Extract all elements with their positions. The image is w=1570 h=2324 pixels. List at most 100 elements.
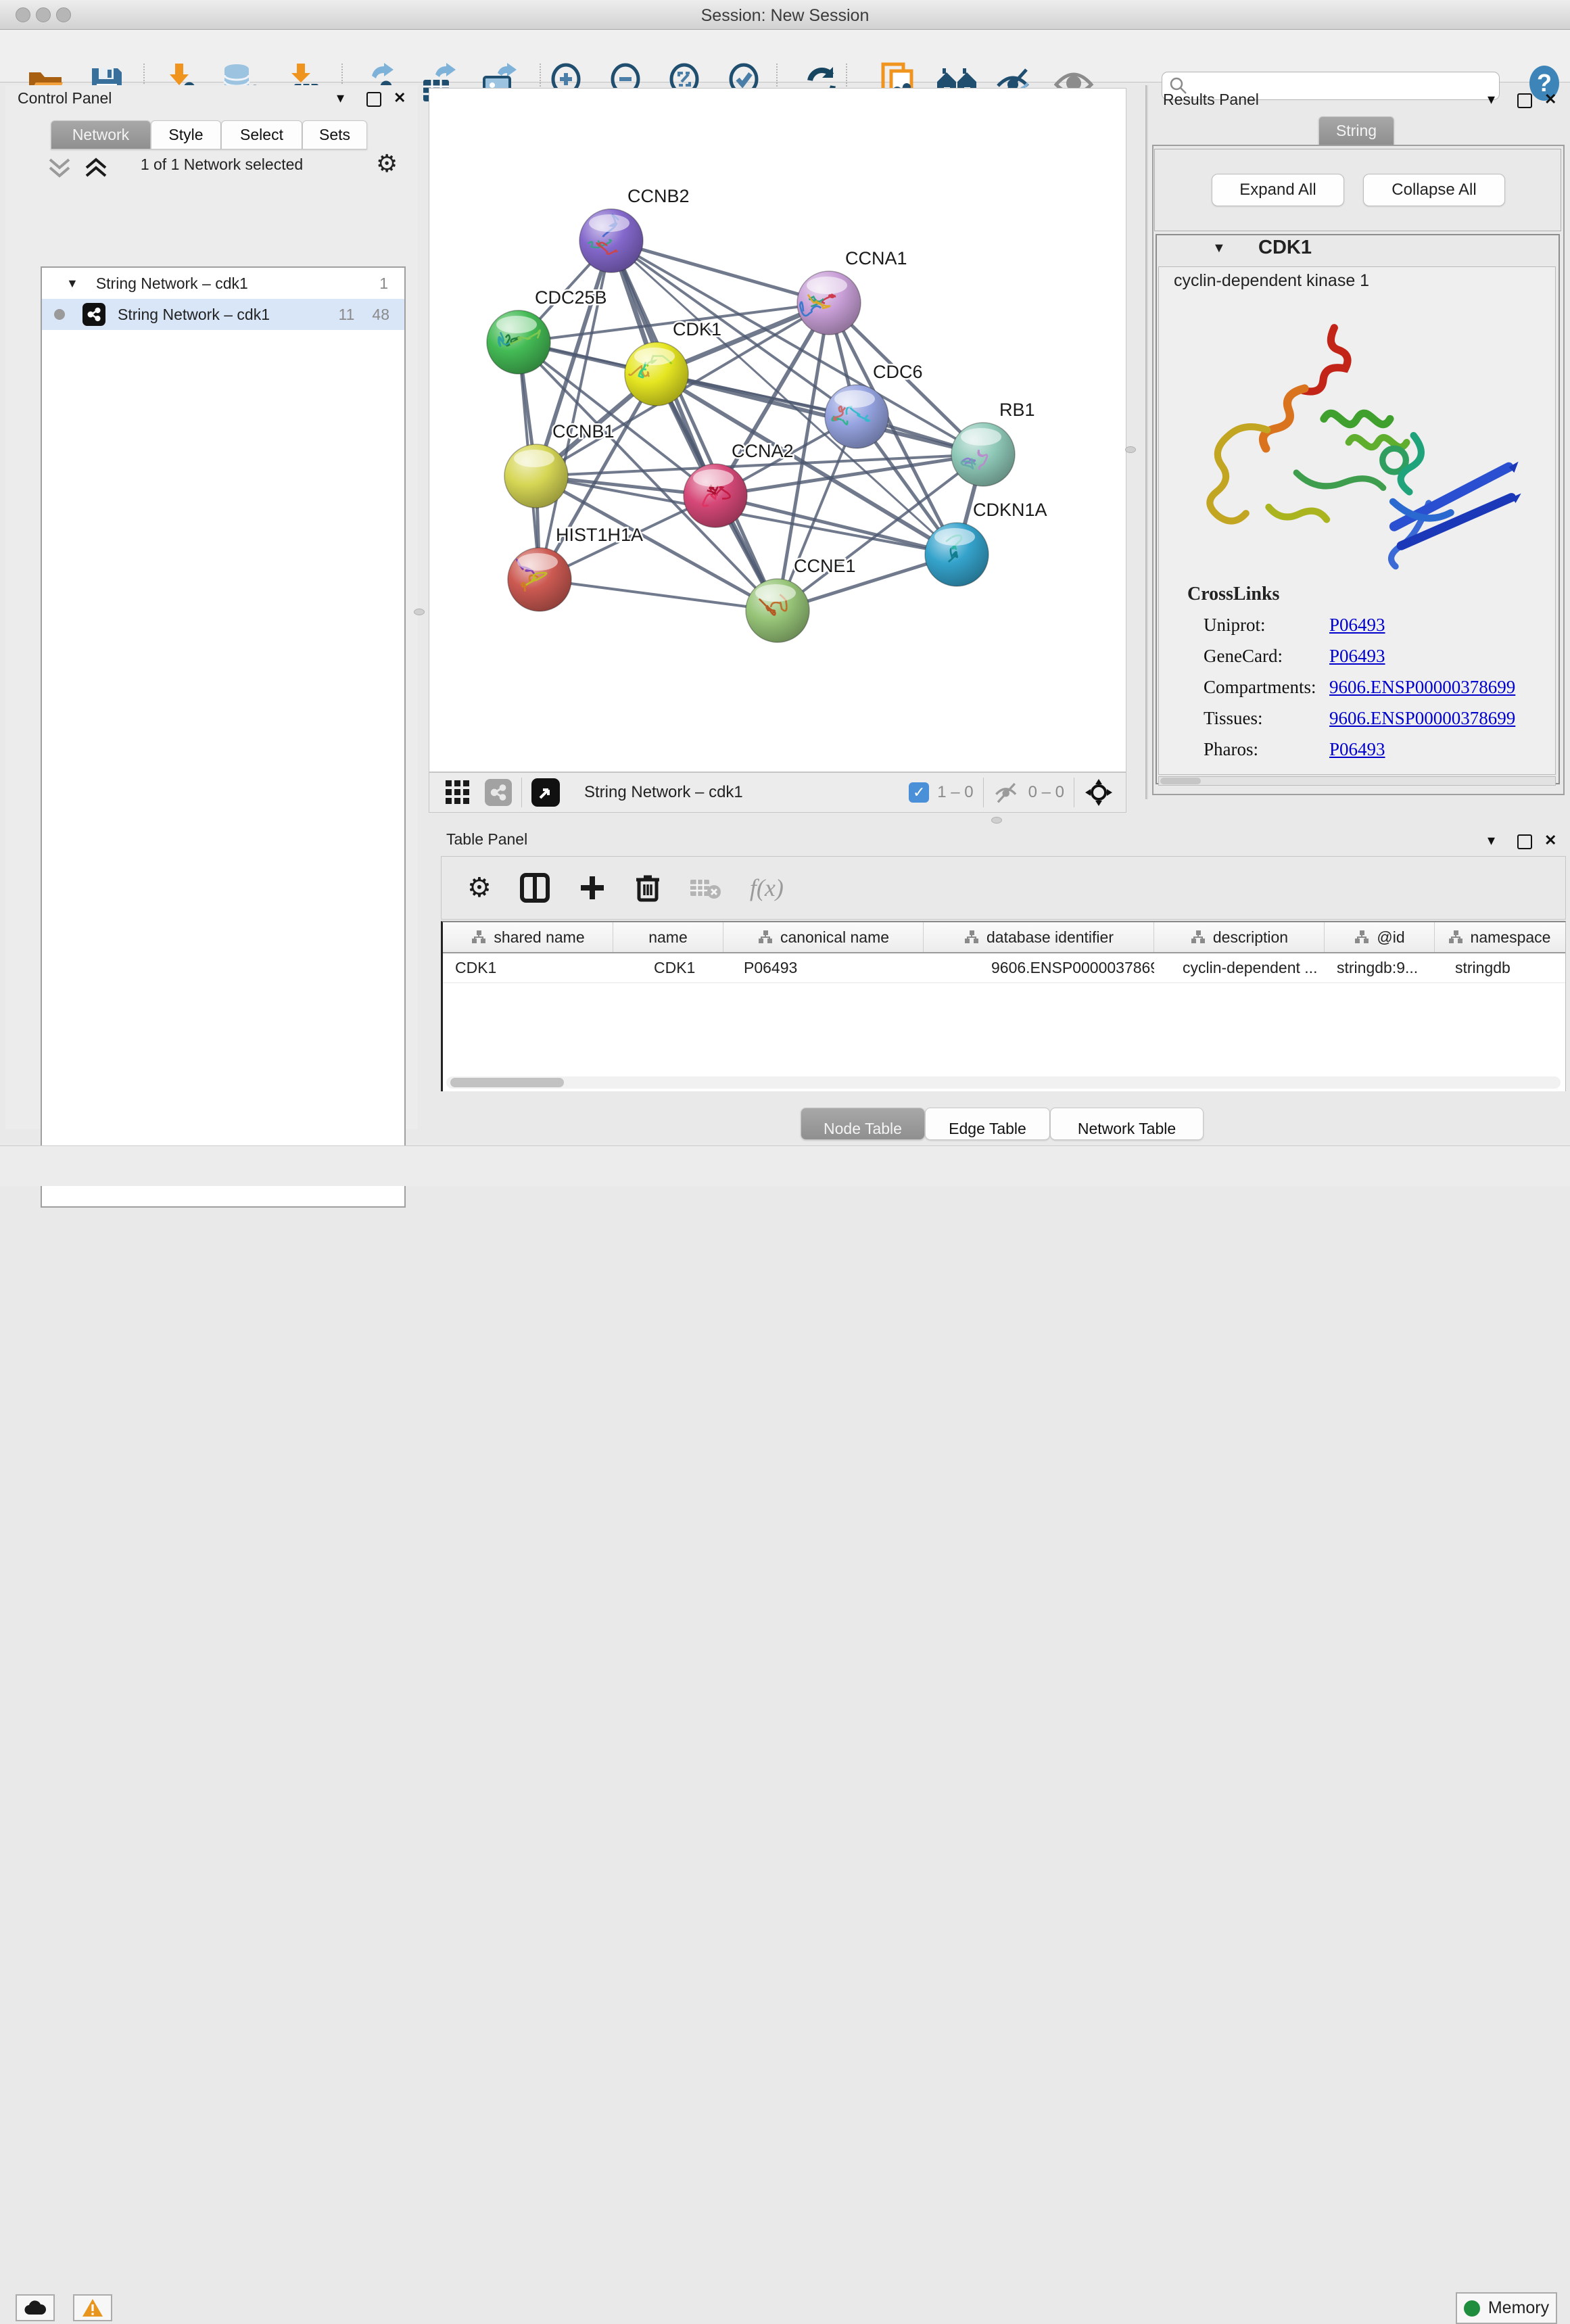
network-node[interactable] <box>797 271 861 335</box>
panel-close-icon[interactable]: ✕ <box>1544 832 1556 849</box>
network-node[interactable] <box>825 385 888 448</box>
birds-eye-view-icon[interactable] <box>531 778 560 807</box>
panel-float-icon[interactable] <box>366 92 381 107</box>
network-node[interactable] <box>925 523 989 586</box>
add-column-icon[interactable] <box>578 874 606 902</box>
status-bar: Memory <box>0 1145 1570 1186</box>
network-node[interactable] <box>951 423 1015 486</box>
cloud-status-button[interactable] <box>16 2294 55 2321</box>
network-graph[interactable]: CCNB2CCNA1CDC25BCDK1CDC6RB1CCNB1CCNA2CDK… <box>429 89 1127 773</box>
current-network-dot <box>54 309 65 320</box>
hierarchy-icon <box>1448 930 1464 945</box>
network-node-label: CDKN1A <box>973 500 1047 520</box>
network-canvas[interactable]: CCNB2CCNA1CDC25BCDK1CDC6RB1CCNB1CCNA2CDK… <box>429 88 1126 772</box>
network-edge[interactable] <box>611 241 829 303</box>
network-edge[interactable] <box>657 374 983 454</box>
section-collapse-icon[interactable]: ▼ <box>1212 241 1226 256</box>
crosslinks-title: CrossLinks <box>1187 584 1279 605</box>
network-node[interactable] <box>625 342 688 406</box>
network-node-label: CDK1 <box>673 319 721 339</box>
crosslink-value[interactable]: P06493 <box>1329 739 1385 760</box>
crosslink-value[interactable]: P06493 <box>1329 615 1385 636</box>
tab-network[interactable]: Network <box>51 120 151 149</box>
column-header[interactable]: canonical name <box>723 922 924 952</box>
tab-edge-table[interactable]: Edge Table <box>925 1108 1050 1140</box>
memory-label: Memory <box>1488 2298 1549 2318</box>
tab-select[interactable]: Select <box>221 120 302 149</box>
crosslink-value[interactable]: 9606.ENSP00000378699 <box>1329 677 1515 698</box>
table-hscrollbar[interactable] <box>446 1076 1561 1089</box>
column-header[interactable]: @id <box>1325 922 1435 952</box>
bottom-splitter-grip[interactable] <box>991 817 1002 824</box>
network-node[interactable] <box>684 464 747 527</box>
network-node-label: HIST1H1A <box>556 525 643 545</box>
selected-checkbox-icon[interactable]: ✓ <box>909 782 929 803</box>
node-table[interactable]: shared name name canonical name database… <box>441 921 1566 1091</box>
gene-description: cyclin-dependent kinase 1 <box>1174 271 1369 291</box>
network-node[interactable] <box>508 548 571 611</box>
left-splitter-grip[interactable] <box>414 609 425 615</box>
memory-status-dot <box>1464 2300 1480 2317</box>
collapse-all-button[interactable]: Collapse All <box>1363 174 1505 206</box>
column-header[interactable]: description <box>1154 922 1325 952</box>
network-node[interactable] <box>487 310 550 374</box>
crosslink-value[interactable]: 9606.ENSP00000378699 <box>1329 708 1515 729</box>
network-node-label: CCNE1 <box>794 556 856 576</box>
crosslink-label: Tissues: <box>1204 708 1263 729</box>
tab-network-table[interactable]: Network Table <box>1050 1108 1204 1140</box>
panel-float-icon[interactable] <box>1517 834 1532 849</box>
grid-view-icon[interactable] <box>444 779 471 806</box>
title-bar: Session: New Session <box>0 0 1570 30</box>
hierarchy-icon <box>757 930 774 945</box>
separator <box>521 778 522 807</box>
window-title: Session: New Session <box>0 6 1570 26</box>
panel-collapse-icon[interactable]: ▾ <box>1488 91 1495 108</box>
network-node[interactable] <box>579 209 643 272</box>
delete-column-trash-icon[interactable] <box>635 873 661 903</box>
table-hscrollbar-thumb[interactable] <box>450 1078 564 1087</box>
tab-node-table[interactable]: Node Table <box>801 1108 925 1140</box>
table-row[interactable]: CDK1 CDK1 P06493 9606.ENSP00000378699 cy… <box>443 953 1565 983</box>
tab-string[interactable]: String <box>1318 116 1394 145</box>
column-header[interactable]: shared name <box>443 922 613 952</box>
crosslink-value[interactable]: P06493 <box>1329 646 1385 667</box>
expand-all-chevron-icon[interactable] <box>45 156 74 180</box>
panel-float-icon[interactable] <box>1517 93 1532 108</box>
column-header[interactable]: database identifier <box>924 922 1154 952</box>
tree-expand-icon[interactable]: ▼ <box>66 277 78 291</box>
panel-close-icon[interactable]: ✕ <box>1544 91 1556 108</box>
protein-structure-image <box>1186 300 1531 577</box>
network-collection-row[interactable]: ▼ String Network – cdk1 1 <box>42 268 404 299</box>
show-columns-icon[interactable] <box>520 873 550 903</box>
column-header[interactable]: namespace <box>1435 922 1563 952</box>
network-row[interactable]: String Network – cdk1 11 48 <box>42 299 404 330</box>
network-node[interactable] <box>504 444 568 508</box>
tab-style[interactable]: Style <box>151 120 221 149</box>
panel-collapse-icon[interactable]: ▾ <box>337 89 344 107</box>
fit-selected-crosshair-icon[interactable] <box>1084 778 1114 807</box>
network-edge[interactable] <box>611 241 778 611</box>
tab-sets[interactable]: Sets <box>302 120 367 149</box>
memory-button[interactable]: Memory <box>1456 2292 1557 2324</box>
panel-divider[interactable] <box>1145 85 1148 799</box>
collapse-all-chevron-icon[interactable] <box>81 156 111 180</box>
warning-status-button[interactable] <box>73 2294 112 2321</box>
network-node[interactable] <box>746 579 809 642</box>
table-toolbar: ⚙ f(x) <box>441 856 1566 920</box>
expand-all-button[interactable]: Expand All <box>1212 174 1344 206</box>
network-options-gear-icon[interactable]: ⚙ <box>376 150 398 178</box>
panel-collapse-icon[interactable]: ▾ <box>1488 832 1495 849</box>
panel-close-icon[interactable]: ✕ <box>394 89 406 107</box>
control-panel-title: Control Panel <box>18 89 112 108</box>
network-view-share-icon[interactable] <box>485 779 512 806</box>
results-hscrollbar[interactable] <box>1158 776 1556 786</box>
hidden-eye-icon <box>993 781 1020 804</box>
network-edge[interactable] <box>540 579 778 611</box>
network-node-label: CCNB1 <box>552 421 615 442</box>
column-header[interactable]: name <box>613 922 723 952</box>
network-view-toolbar: String Network – cdk1 ✓ 1 – 0 0 – 0 <box>429 772 1126 813</box>
crosslink-label: Uniprot: <box>1204 615 1266 636</box>
crosslink-label: GeneCard: <box>1204 646 1283 667</box>
table-options-gear-icon[interactable]: ⚙ <box>467 872 492 903</box>
right-splitter-grip[interactable] <box>1125 446 1136 453</box>
